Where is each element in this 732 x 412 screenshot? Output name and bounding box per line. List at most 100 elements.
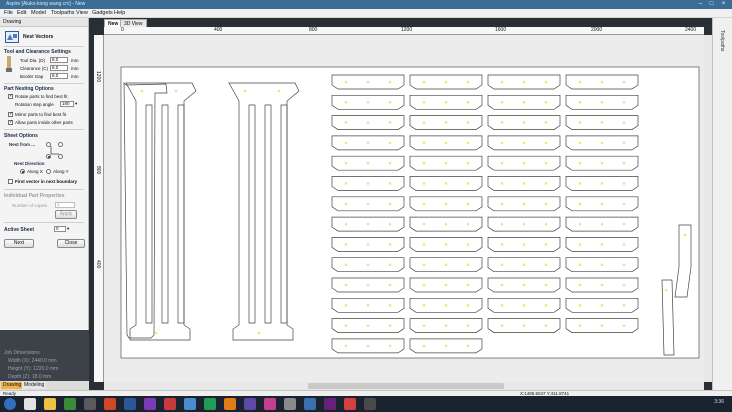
part-marker — [466, 141, 470, 145]
minimize-button[interactable]: – — [696, 1, 705, 8]
part-marker — [578, 263, 582, 266]
maximize-button[interactable]: □ — [707, 1, 716, 8]
taskbar-app-icon[interactable] — [364, 398, 376, 410]
part-marker — [500, 263, 504, 266]
menu-view[interactable]: View — [76, 10, 88, 16]
part-marker — [500, 243, 504, 246]
horizontal-scrollbar[interactable] — [104, 382, 704, 390]
part-marker — [422, 304, 426, 307]
taskbar-app-icon[interactable] — [44, 398, 56, 410]
drawing-canvas[interactable] — [104, 35, 704, 382]
part-marker — [578, 324, 582, 327]
taskbar-app-icon[interactable] — [204, 398, 216, 410]
menu-toolpaths[interactable]: Toolpaths — [51, 10, 75, 16]
part-marker — [422, 80, 426, 84]
part-marker — [544, 202, 548, 206]
part-marker — [344, 324, 348, 327]
close-button[interactable]: Close — [57, 239, 85, 248]
nested-parts-sheet[interactable] — [104, 35, 704, 382]
chevron-down-icon[interactable]: ▾ — [67, 226, 69, 232]
tab-3d-view[interactable]: 3D View — [120, 19, 147, 27]
part-marker — [366, 80, 370, 84]
taskbar-app-icon[interactable] — [124, 398, 136, 410]
part-marker — [140, 89, 144, 93]
along-y-label: Along Y — [53, 169, 69, 174]
menu-edit[interactable]: Edit — [17, 10, 26, 16]
taskbar-app-icon[interactable] — [344, 398, 356, 410]
num-copies-input[interactable]: 1 — [55, 202, 75, 208]
rotation-step-label: Rotation step angle — [15, 102, 54, 107]
part-marker — [366, 121, 370, 124]
taskbar-app-icon[interactable] — [284, 398, 296, 410]
part-marker — [544, 263, 548, 266]
scroll-thumb[interactable] — [308, 383, 504, 389]
part-marker — [388, 263, 392, 266]
menu-gadgets[interactable]: Gadgets — [92, 10, 113, 16]
active-sheet-select[interactable]: 0 — [54, 226, 66, 232]
taskbar-app-icon[interactable] — [244, 398, 256, 410]
part-marker — [578, 243, 582, 246]
part-marker — [444, 243, 448, 246]
taskbar-app-icon[interactable] — [104, 398, 116, 410]
part-marker — [522, 222, 526, 226]
along-y-radio[interactable] — [46, 169, 51, 174]
part-marker — [277, 89, 281, 93]
taskbar-app-icon[interactable] — [184, 398, 196, 410]
allow-inside-checkbox[interactable]: ✓ — [8, 120, 13, 125]
part-marker — [366, 304, 370, 307]
apply-button[interactable]: Apply — [55, 210, 77, 219]
along-x-radio[interactable] — [20, 169, 25, 174]
part-marker — [388, 141, 392, 145]
clearance-input[interactable]: 8.0 — [50, 65, 68, 71]
job-depth: Depth (Z): 18.0 mm — [8, 374, 52, 380]
toolpaths-panel-tab[interactable]: Toolpaths — [712, 18, 732, 392]
part-marker — [622, 324, 626, 327]
tab-modeling[interactable]: Modeling — [22, 382, 47, 389]
tab-drawing[interactable]: Drawing — [1, 382, 24, 389]
rotation-step-select[interactable]: 180 — [60, 101, 74, 107]
part-marker — [664, 288, 668, 292]
part-marker — [622, 80, 626, 84]
menu-model[interactable]: Model — [31, 10, 46, 16]
border-gap-input[interactable]: 8.0 — [50, 73, 68, 79]
menu-help[interactable]: Help — [114, 10, 125, 16]
job-dimensions-panel: Job Dimensions Width (X): 2440.0 mm Heig… — [0, 330, 89, 382]
part-marker — [622, 263, 626, 266]
part-marker — [388, 283, 392, 287]
menu-file[interactable]: File — [4, 10, 13, 16]
taskbar-app-icon[interactable] — [264, 398, 276, 410]
part-marker — [600, 304, 604, 307]
part-marker — [544, 161, 548, 165]
part-marker — [366, 344, 370, 348]
part-marker — [466, 202, 470, 206]
material-sheet — [120, 66, 700, 359]
rotate-checkbox[interactable]: ✓ — [8, 94, 13, 99]
part-marker — [366, 141, 370, 145]
taskbar-app-icon[interactable] — [304, 398, 316, 410]
part-marker — [344, 283, 348, 287]
first-vector-checkbox[interactable] — [8, 179, 13, 184]
part-marker — [600, 141, 604, 145]
vertical-scrollbar[interactable] — [704, 35, 712, 382]
part-marker — [174, 89, 178, 93]
taskbar-app-icon[interactable] — [64, 398, 76, 410]
close-window-button[interactable]: × — [719, 1, 728, 8]
chevron-down-icon[interactable]: ▾ — [75, 101, 77, 107]
taskbar-app-icon[interactable] — [324, 398, 336, 410]
next-button[interactable]: Next — [4, 239, 34, 248]
divider — [4, 129, 84, 130]
panel-tabs: Drawing Modeling — [0, 381, 89, 390]
taskbar-app-icon[interactable] — [224, 398, 236, 410]
part-marker — [578, 222, 582, 226]
taskbar-app-icon[interactable] — [84, 398, 96, 410]
taskbar-app-icon[interactable] — [144, 398, 156, 410]
part-marker — [466, 243, 470, 246]
taskbar-app-icon[interactable] — [24, 398, 36, 410]
part-marker — [500, 202, 504, 206]
start-icon[interactable] — [4, 398, 16, 410]
tool-dia-input[interactable]: 8.0 — [50, 57, 68, 63]
taskbar-app-icon[interactable] — [164, 398, 176, 410]
part-marker — [344, 121, 348, 124]
mirror-checkbox[interactable]: ✓ — [8, 112, 13, 117]
job-width: Width (X): 2440.0 mm — [8, 358, 57, 364]
